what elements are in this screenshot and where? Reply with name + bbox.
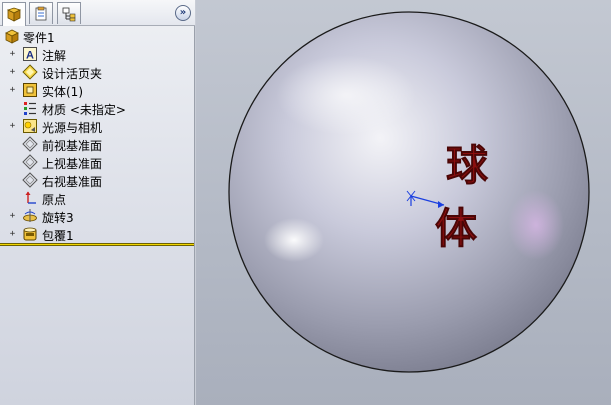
annotations-icon: A: [22, 46, 38, 62]
rollback-bar[interactable]: [0, 243, 194, 246]
tree-item-label: 光源与相机: [42, 121, 103, 135]
tree-root-label: 零件1: [23, 31, 55, 45]
configuration-manager-tab[interactable]: [57, 2, 81, 24]
expand-icon[interactable]: +: [8, 68, 17, 77]
sphere-highlight: [508, 190, 564, 260]
plane-icon: [22, 154, 38, 170]
revolve-feature-icon: [22, 208, 38, 224]
tree-item-label: 右视基准面: [42, 175, 103, 189]
expand-icon[interactable]: +: [8, 86, 17, 95]
expand-icon[interactable]: +: [8, 122, 17, 131]
tree-item-material[interactable]: 材质 <未指定>: [0, 99, 195, 117]
sphere-highlight: [264, 218, 324, 262]
wrapped-text-char: 体: [435, 204, 477, 253]
tree-item-wrap[interactable]: + 包覆1: [0, 225, 195, 243]
tree-root-part[interactable]: 零件1: [0, 27, 195, 45]
tree-item-solid-bodies[interactable]: + 实体(1): [0, 81, 195, 99]
sphere-model[interactable]: 球 体: [196, 0, 611, 405]
expand-icon[interactable]: +: [8, 212, 17, 221]
feature-tree-icon: [6, 7, 22, 22]
tree-item-revolve[interactable]: + 旋转3: [0, 207, 195, 225]
wrapped-text-char: 球: [446, 141, 489, 190]
tree-item-label: 设计活页夹: [42, 67, 103, 81]
collapse-panel-button[interactable]: »: [175, 5, 191, 21]
tree-item-label: 上视基准面: [42, 157, 103, 171]
tree-item-label: 实体(1): [42, 85, 83, 99]
tree-item-front-plane[interactable]: 前视基准面: [0, 135, 195, 153]
origin-icon: [22, 190, 38, 206]
property-manager-tab[interactable]: [29, 2, 53, 24]
graphics-area[interactable]: 球 体: [196, 0, 611, 405]
material-icon: [22, 100, 38, 116]
tree-item-label: 材质 <未指定>: [42, 103, 126, 117]
property-manager-icon: [35, 6, 47, 20]
expand-icon[interactable]: +: [8, 230, 17, 239]
tree-item-right-plane[interactable]: 右视基准面: [0, 171, 195, 189]
tree-item-label: 前视基准面: [42, 139, 103, 153]
design-binder-icon: [22, 64, 38, 80]
tree-item-label: 包覆1: [42, 229, 74, 243]
tree-item-label: 注解: [42, 49, 67, 63]
tree-item-annotations[interactable]: + A 注解: [0, 45, 195, 63]
feature-manager-panel: » 零件1 + A 注解 + 设计活页夹 + 实体(1) 材质 <未指定> + …: [0, 0, 195, 405]
feature-manager-tab[interactable]: [2, 2, 26, 26]
feature-tree: 零件1 + A 注解 + 设计活页夹 + 实体(1) 材质 <未指定> + 光源…: [0, 27, 195, 243]
tree-item-lights-cameras[interactable]: + 光源与相机: [0, 117, 195, 135]
tree-item-design-binder[interactable]: + 设计活页夹: [0, 63, 195, 81]
tree-item-label: 旋转3: [42, 211, 74, 225]
lights-cameras-icon: [22, 118, 38, 134]
solid-bodies-icon: [22, 82, 38, 98]
svg-text:A: A: [26, 50, 34, 62]
sphere-highlight: [276, 55, 416, 135]
plane-icon: [22, 136, 38, 152]
feature-manager-tab-bar: »: [0, 0, 195, 26]
tree-item-origin[interactable]: 原点: [0, 189, 195, 207]
part-icon: [4, 28, 20, 44]
wrap-feature-icon: [22, 226, 38, 242]
configuration-manager-icon: [62, 7, 76, 21]
expand-icon[interactable]: +: [8, 50, 17, 59]
plane-icon: [22, 172, 38, 188]
tree-item-label: 原点: [42, 193, 67, 207]
tree-item-top-plane[interactable]: 上视基准面: [0, 153, 195, 171]
